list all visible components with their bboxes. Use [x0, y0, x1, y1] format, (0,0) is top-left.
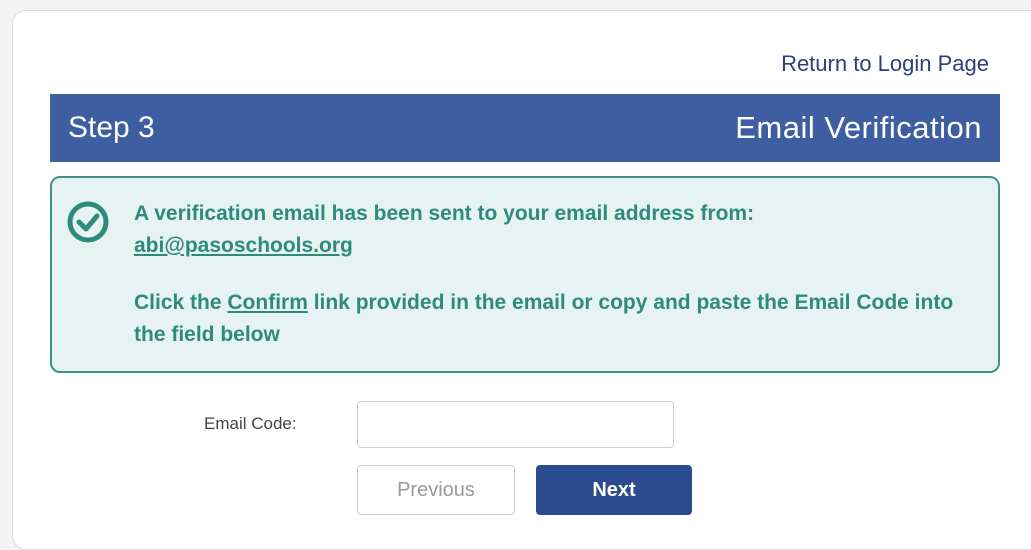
sender-email-link[interactable]: abi@pasoschools.org: [134, 234, 353, 257]
return-to-login-link[interactable]: Return to Login Page: [781, 51, 989, 77]
notice-paragraph-1: A verification email has been sent to yo…: [134, 198, 984, 262]
step-number: Step 3: [68, 111, 155, 144]
step-header: Step 3 Email Verification: [50, 94, 1000, 162]
previous-button[interactable]: Previous: [357, 465, 515, 515]
notice-paragraph-2: Click the Confirm link provided in the e…: [134, 287, 984, 351]
notice-line-2-before: Click the: [134, 291, 228, 314]
confirm-link[interactable]: Confirm: [227, 291, 308, 314]
check-circle-icon: [67, 201, 109, 243]
next-button[interactable]: Next: [536, 465, 692, 515]
verification-notice: A verification email has been sent to yo…: [50, 176, 1000, 373]
step-title: Email Verification: [735, 110, 982, 145]
notice-line-1: A verification email has been sent to yo…: [134, 202, 755, 225]
email-code-label: Email Code:: [204, 414, 297, 433]
notice-text: A verification email has been sent to yo…: [134, 198, 984, 351]
email-code-input[interactable]: [357, 401, 674, 448]
